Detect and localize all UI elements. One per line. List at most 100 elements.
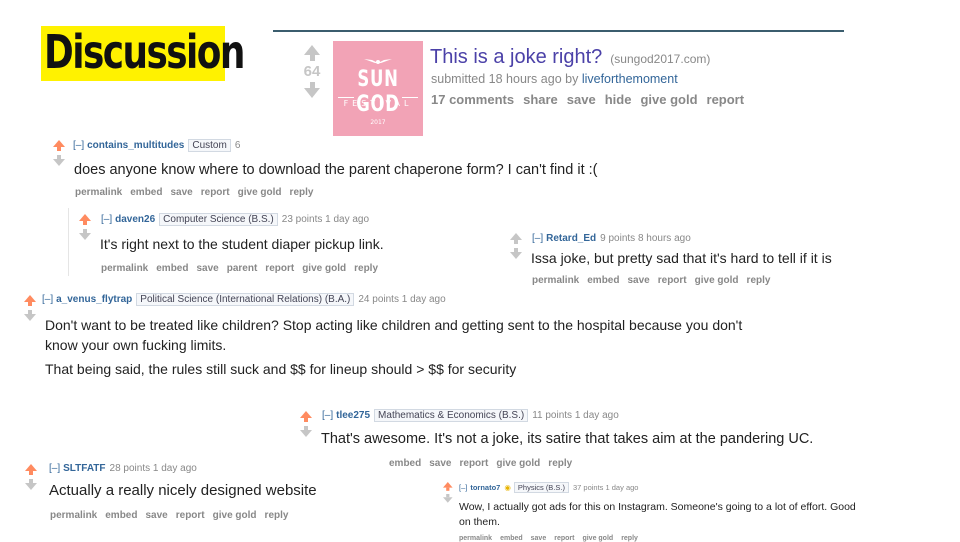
save-link[interactable]: save: [531, 535, 547, 542]
report-link[interactable]: report: [554, 535, 574, 542]
comment-body-line2: know your own fucking limits.: [45, 337, 227, 353]
permalink-link[interactable]: permalink: [459, 535, 492, 542]
comments-link[interactable]: 17 comments: [431, 92, 514, 107]
reply-link[interactable]: reply: [290, 187, 314, 198]
upvote-icon[interactable]: [25, 464, 37, 471]
report-link[interactable]: report: [201, 187, 230, 198]
downvote-icon[interactable]: [300, 430, 312, 437]
post-submitted-line: submitted 18 hours ago by liveforthemome…: [431, 72, 678, 86]
embed-link[interactable]: embed: [105, 510, 137, 521]
comment-body-line2: on them.: [459, 516, 500, 528]
give-gold-link[interactable]: give gold: [582, 535, 613, 542]
save-link[interactable]: save: [145, 510, 167, 521]
collapse-toggle[interactable]: [–]: [49, 463, 60, 474]
report-link[interactable]: report: [658, 275, 687, 286]
comment-meta: 11 points 1 day ago: [532, 410, 619, 421]
post-thumbnail[interactable]: SUN GOD FESTIVAL 2017: [333, 41, 423, 136]
report-link[interactable]: report: [265, 263, 294, 274]
downvote-icon[interactable]: [510, 252, 522, 259]
embed-link[interactable]: embed: [587, 275, 619, 286]
permalink-link[interactable]: permalink: [101, 263, 148, 274]
reply-link[interactable]: reply: [354, 263, 378, 274]
comment-author[interactable]: Retard_Ed: [546, 233, 596, 244]
post-action-links: 17 comments share save hide give gold report: [431, 92, 753, 107]
collapse-toggle[interactable]: [–]: [459, 483, 467, 492]
reply-link[interactable]: reply: [548, 458, 572, 469]
parent-link[interactable]: parent: [227, 263, 258, 274]
comment-action-links: permalink embed save report give gold reply: [75, 187, 321, 198]
upvote-icon[interactable]: [300, 411, 312, 418]
comment-author[interactable]: a_venus_flytrap: [56, 294, 132, 305]
comment-tagline: [–] SLTFATF 28 points 1 day ago: [49, 463, 197, 474]
report-link[interactable]: report: [176, 510, 205, 521]
give-gold-link[interactable]: give gold: [238, 187, 282, 198]
comment-tagline: [–] contains_multitudes Custom 6: [73, 139, 240, 152]
comment-author[interactable]: contains_multitudes: [87, 140, 184, 151]
upvote-icon[interactable]: [79, 214, 91, 221]
user-flair: Mathematics & Economics (B.S.): [374, 409, 529, 422]
save-link[interactable]: save: [196, 263, 218, 274]
save-link[interactable]: save: [429, 458, 451, 469]
upvote-icon[interactable]: [53, 140, 65, 147]
reply-link[interactable]: reply: [265, 510, 289, 521]
embed-link[interactable]: embed: [156, 263, 188, 274]
comment-meta: 24 points 1 day ago: [358, 294, 446, 305]
award-icon: ◉: [504, 483, 511, 492]
comment-action-links: permalink embed save report give gold reply: [459, 535, 646, 542]
collapse-toggle[interactable]: [–]: [73, 140, 84, 151]
give-gold-link[interactable]: give gold: [695, 275, 739, 286]
user-flair: Custom: [188, 139, 231, 152]
comment-author[interactable]: tlee275: [336, 410, 370, 421]
collapse-toggle[interactable]: [–]: [42, 294, 53, 305]
comment-action-links: permalink embed save report give gold reply: [50, 510, 296, 521]
divider-line: [273, 30, 844, 32]
post-domain[interactable]: (sungod2017.com): [610, 52, 710, 66]
save-link[interactable]: save: [627, 275, 649, 286]
user-flair: Computer Science (B.S.): [159, 213, 278, 226]
comment-meta: 23 points 1 day ago: [281, 214, 370, 225]
post-author-link[interactable]: liveforthemoment: [582, 72, 678, 86]
reply-link[interactable]: reply: [747, 275, 771, 286]
collapse-toggle[interactable]: [–]: [322, 410, 333, 421]
comment-body: It's right next to the student diaper pi…: [100, 236, 384, 252]
embed-link[interactable]: embed: [130, 187, 162, 198]
comment-action-links: permalink embed save parent report give gold r…: [101, 263, 386, 274]
downvote-icon[interactable]: [24, 314, 36, 321]
comment-tagline: [–] daven26 Computer Science (B.S.) 23 poin…: [101, 213, 370, 226]
give-gold-link[interactable]: give gold: [496, 458, 540, 469]
save-link[interactable]: save: [170, 187, 192, 198]
downvote-icon[interactable]: [25, 483, 37, 490]
report-link[interactable]: report: [707, 92, 745, 107]
give-gold-link[interactable]: give gold: [640, 92, 697, 107]
comment-body: does anyone know where to download the p…: [74, 162, 598, 178]
comment-author[interactable]: tornato7: [470, 483, 500, 492]
comment-author[interactable]: SLTFATF: [63, 463, 105, 474]
share-link[interactable]: share: [523, 92, 558, 107]
embed-link[interactable]: embed: [389, 458, 421, 469]
downvote-icon[interactable]: [79, 233, 91, 240]
comment-author[interactable]: daven26: [115, 214, 155, 225]
upvote-icon[interactable]: [24, 295, 36, 302]
collapse-toggle[interactable]: [–]: [532, 233, 543, 244]
downvote-icon[interactable]: [304, 88, 320, 98]
collapse-toggle[interactable]: [–]: [101, 214, 112, 225]
permalink-link[interactable]: permalink: [532, 275, 579, 286]
embed-link[interactable]: embed: [500, 535, 523, 542]
reply-link[interactable]: reply: [621, 535, 638, 542]
downvote-icon[interactable]: [53, 159, 65, 166]
give-gold-link[interactable]: give gold: [302, 263, 346, 274]
upvote-icon[interactable]: [304, 45, 320, 55]
upvote-icon[interactable]: [510, 233, 522, 240]
thumbnail-year: 2017: [370, 119, 386, 126]
downvote-icon[interactable]: [443, 497, 453, 503]
comment-tagline: [–] tlee275 Mathematics & Economics (B.S.)…: [322, 409, 619, 422]
post-title-link[interactable]: This is a joke right?: [430, 46, 602, 68]
permalink-link[interactable]: permalink: [75, 187, 122, 198]
post-score: 64: [303, 63, 321, 80]
hide-link[interactable]: hide: [605, 92, 632, 107]
save-link[interactable]: save: [567, 92, 596, 107]
comment-tagline: [–] Retard_Ed 9 points 8 hours ago: [532, 233, 691, 244]
give-gold-link[interactable]: give gold: [213, 510, 257, 521]
report-link[interactable]: report: [459, 458, 488, 469]
permalink-link[interactable]: permalink: [50, 510, 97, 521]
